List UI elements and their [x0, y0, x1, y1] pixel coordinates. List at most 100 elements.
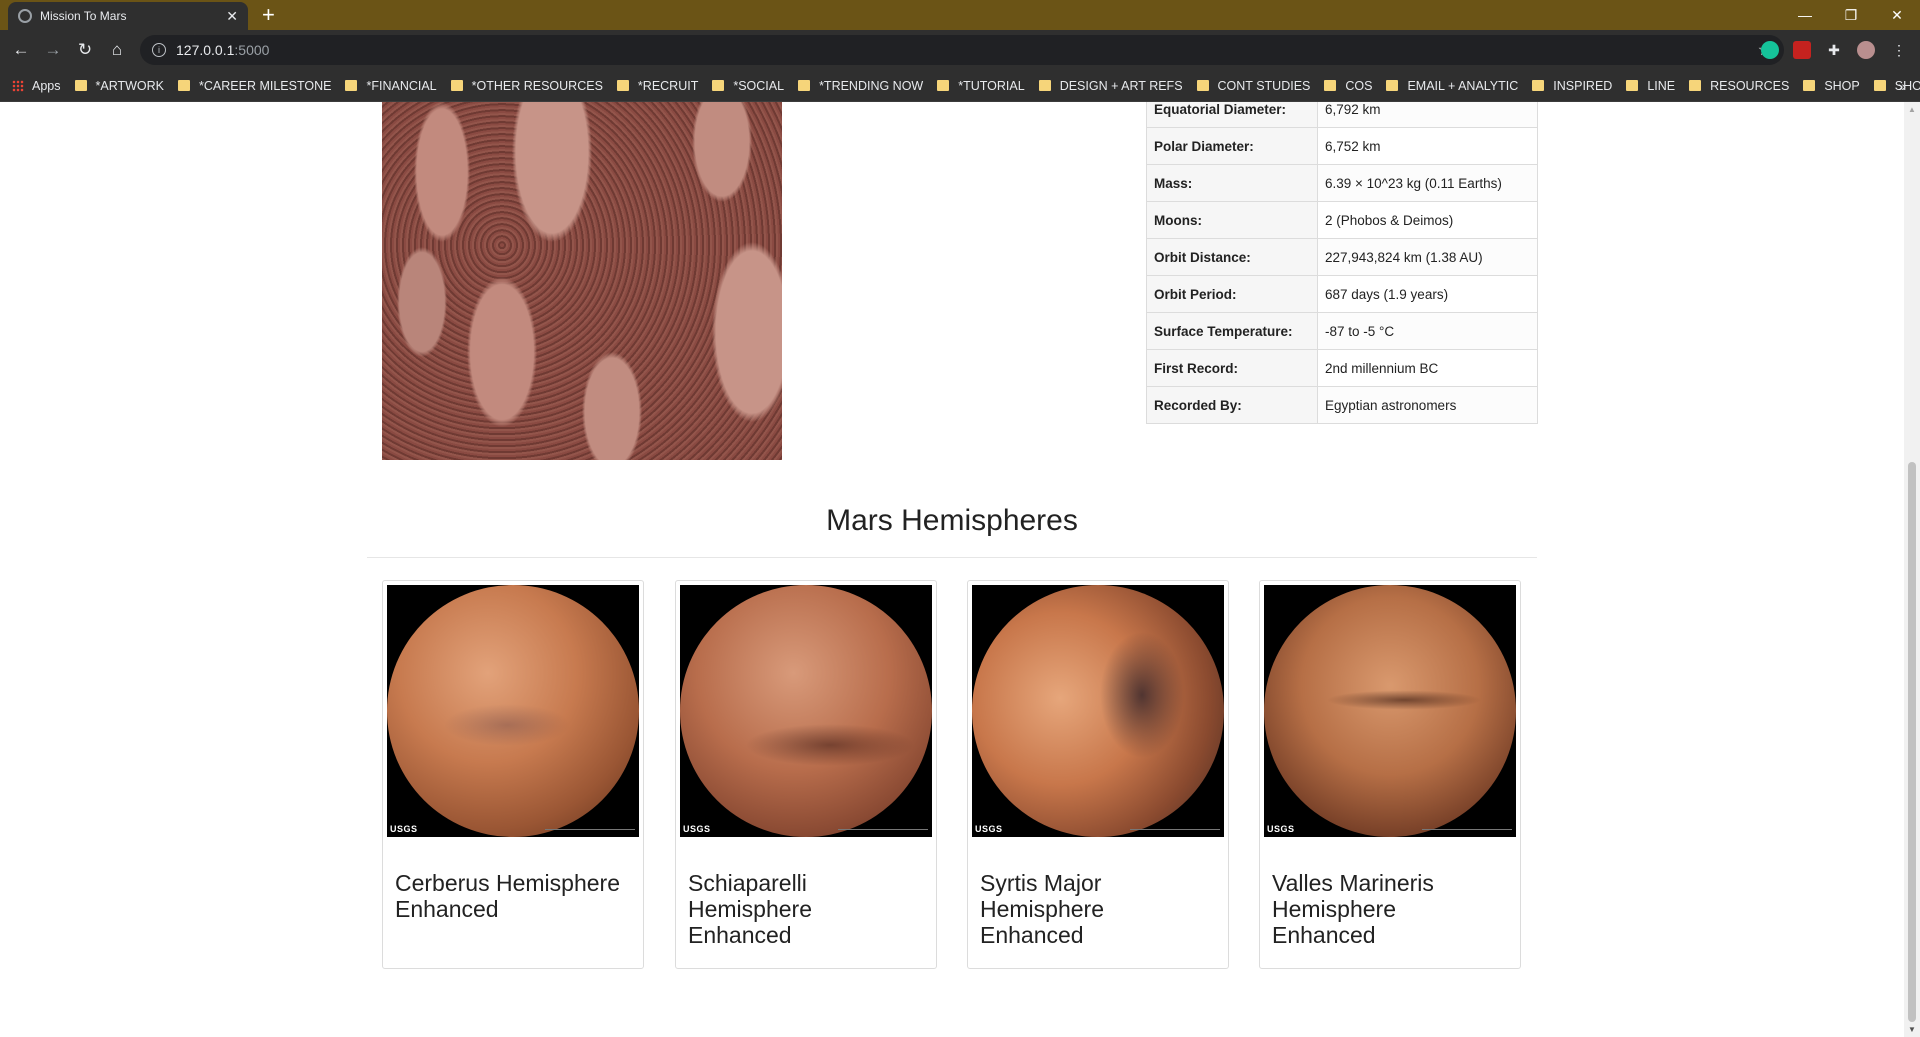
hemisphere-card[interactable]: USGS Cerberus Hemisphere Enhanced [382, 580, 644, 969]
hemisphere-card[interactable]: USGS Valles Marineris Hemisphere Enhance… [1259, 580, 1521, 969]
folder-icon [1689, 80, 1702, 91]
folder-icon [1873, 80, 1886, 91]
hemisphere-card[interactable]: USGS Schiaparelli Hemisphere Enhanced [675, 580, 937, 969]
bookmark-folder[interactable]: RESOURCES [1689, 79, 1789, 93]
hemisphere-image[interactable]: USGS [387, 585, 639, 837]
bookmarks-bar: Apps *ARTWORK *CAREER MILESTONE *FINANCI… [0, 70, 1920, 102]
table-row: Equatorial Diameter: 6,792 km [1146, 102, 1538, 128]
hemisphere-image[interactable]: USGS [680, 585, 932, 837]
bookmark-folder[interactable]: LINE [1626, 79, 1675, 93]
hemisphere-title: Schiaparelli Hemisphere Enhanced [688, 870, 812, 948]
hemisphere-card[interactable]: USGS Syrtis Major Hemisphere Enhanced [967, 580, 1229, 969]
image-caption-line [1422, 829, 1512, 833]
bookmark-folder[interactable]: *SOCIAL [712, 79, 784, 93]
bookmark-label: *RECRUIT [637, 78, 699, 93]
site-info-icon[interactable]: i [152, 43, 166, 57]
mars-globe [387, 585, 639, 837]
extension-icon[interactable] [1793, 41, 1811, 59]
reload-icon[interactable]: ↻ [74, 39, 96, 61]
featured-mars-image [382, 102, 782, 460]
bookmark-label: *SOCIAL [733, 78, 785, 93]
scroll-down-arrow-icon[interactable]: ▼ [1908, 1025, 1916, 1034]
page-viewport: Equatorial Diameter: 6,792 km Polar Diame… [0, 102, 1904, 1037]
folder-icon [1196, 80, 1209, 91]
fact-value: 6,752 km [1317, 127, 1538, 165]
fact-value: 2nd millennium BC [1317, 349, 1538, 387]
page-scrollbar[interactable]: ▲ ▼ [1904, 102, 1920, 1037]
folder-icon [450, 80, 463, 91]
fact-label: Equatorial Diameter: [1146, 102, 1318, 128]
bookmark-label: Apps [32, 78, 61, 93]
hemisphere-image[interactable]: USGS [1264, 585, 1516, 837]
bookmark-label: INSPIRED [1553, 78, 1613, 93]
bookmark-folder[interactable]: INSPIRED [1532, 79, 1612, 93]
back-icon[interactable]: ← [10, 39, 32, 61]
extensions-puzzle-icon[interactable]: ✚ [1825, 41, 1843, 59]
hemisphere-image[interactable]: USGS [972, 585, 1224, 837]
bookmark-folder[interactable]: *FINANCIAL [345, 78, 437, 93]
new-tab-button[interactable]: + [262, 3, 275, 27]
scroll-up-arrow-icon[interactable]: ▲ [1908, 105, 1916, 114]
browser-tab-bar: Mission To Mars ✕ + — ❐ ✕ [0, 0, 1920, 30]
folder-icon [712, 80, 725, 91]
bookmark-folder[interactable]: *OTHER RESOURCES [450, 79, 603, 93]
folder-icon [1803, 80, 1816, 91]
usgs-logo: USGS [1267, 824, 1295, 834]
bookmark-folder[interactable]: *CAREER MILESTONE [178, 79, 331, 93]
fact-value: Egyptian astronomers [1317, 386, 1538, 424]
bookmark-label: DESIGN + ART REFS [1059, 78, 1183, 93]
bookmark-folder[interactable]: SHOWS [1873, 79, 1920, 93]
fact-label: Orbit Distance: [1146, 238, 1318, 276]
table-row: Moons: 2 (Phobos & Deimos) [1146, 201, 1538, 239]
minimize-button[interactable]: — [1782, 0, 1828, 30]
fact-value: 6,792 km [1317, 102, 1538, 128]
bookmark-folder[interactable]: DESIGN + ART REFS [1038, 78, 1183, 93]
folder-icon [345, 80, 358, 91]
fact-value: 6.39 × 10^23 kg (0.11 Earths) [1317, 164, 1538, 202]
bookmark-folder[interactable]: CONT STUDIES [1196, 79, 1310, 93]
bookmark-folder[interactable]: *RECRUIT [616, 78, 699, 93]
image-caption-line [545, 829, 635, 833]
table-row: Orbit Distance: 227,943,824 km (1.38 AU) [1146, 238, 1538, 276]
bookmark-label: RESOURCES [1710, 78, 1790, 93]
browser-tab[interactable]: Mission To Mars ✕ [8, 2, 248, 30]
bookmark-label: SHOP [1824, 78, 1860, 93]
fact-label: Orbit Period: [1146, 275, 1318, 313]
bookmark-label: COS [1345, 78, 1373, 93]
mars-globe [680, 585, 932, 837]
bookmark-folder[interactable]: *TRENDING NOW [798, 79, 923, 93]
restore-button[interactable]: ❐ [1828, 0, 1874, 30]
table-row: Recorded By: Egyptian astronomers [1146, 386, 1538, 424]
close-tab-icon[interactable]: ✕ [226, 8, 238, 25]
bookmark-folder[interactable]: SHOP [1803, 78, 1860, 93]
more-bookmarks-icon[interactable]: » [1898, 78, 1906, 94]
folder-icon [1038, 80, 1051, 91]
bookmark-folder[interactable]: *ARTWORK [74, 79, 164, 93]
usgs-logo: USGS [975, 824, 1003, 834]
mars-facts-table: Equatorial Diameter: 6,792 km Polar Diame… [1146, 102, 1538, 424]
grammarly-extension-icon[interactable] [1761, 41, 1779, 59]
folder-icon [798, 80, 811, 91]
image-caption-line [1130, 829, 1220, 833]
close-window-button[interactable]: ✕ [1874, 0, 1920, 30]
folder-icon [1626, 80, 1639, 91]
menu-kebab-icon[interactable]: ⋮ [1890, 41, 1908, 59]
bookmark-folder[interactable]: *TUTORIAL [937, 79, 1025, 93]
bookmark-folder[interactable]: EMAIL + ANALYTIC [1386, 79, 1518, 93]
mars-globe [1264, 585, 1516, 837]
folder-icon [1386, 80, 1399, 91]
scrollbar-thumb[interactable] [1908, 462, 1916, 1022]
fact-label: Polar Diameter: [1146, 127, 1318, 165]
browser-toolbar: ← → ↻ ⌂ i 127.0.0.1:5000 ☆ ✚ ⋮ [0, 30, 1920, 70]
bookmark-label: *FINANCIAL [366, 78, 437, 93]
profile-avatar[interactable] [1857, 41, 1875, 59]
image-caption-line [838, 829, 928, 833]
forward-icon[interactable]: → [42, 39, 64, 61]
bookmark-folder[interactable]: COS [1324, 79, 1372, 93]
home-icon[interactable]: ⌂ [106, 39, 128, 61]
table-row: Surface Temperature: -87 to -5 °C [1146, 312, 1538, 350]
bookmark-apps[interactable]: Apps [12, 79, 61, 93]
bookmark-label: *TRENDING NOW [819, 78, 924, 93]
bookmark-label: *CAREER MILESTONE [199, 78, 332, 93]
address-bar[interactable]: i 127.0.0.1:5000 ☆ [140, 35, 1784, 65]
